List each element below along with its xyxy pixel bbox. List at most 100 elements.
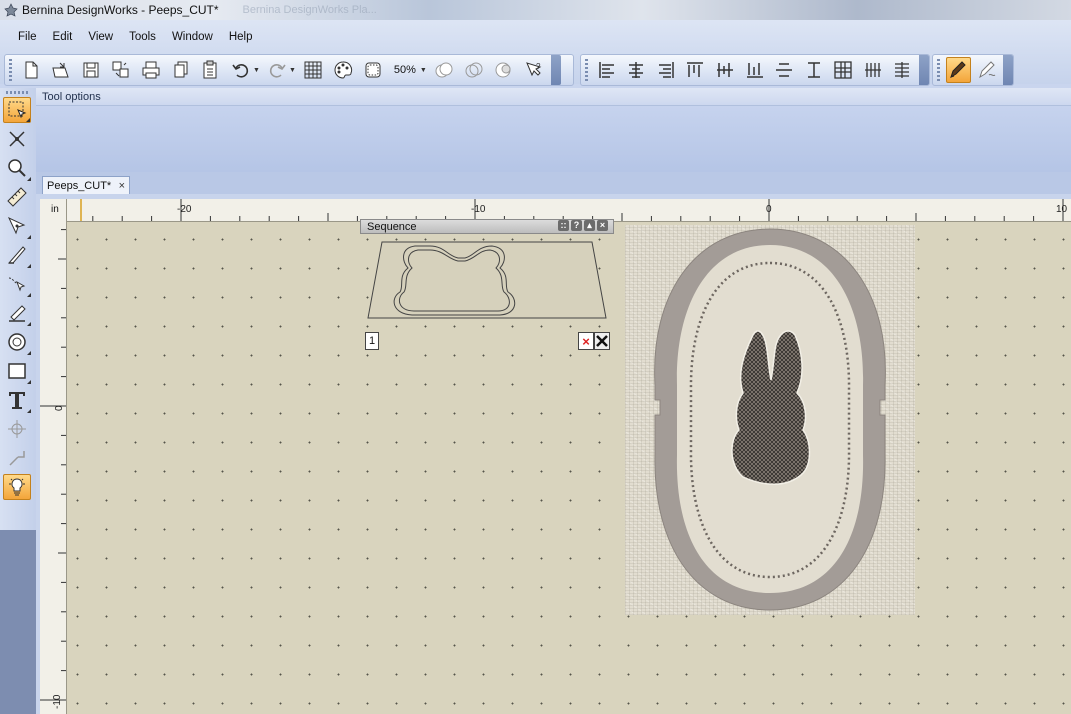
sequence-collapse-button[interactable]: ▴ [584, 220, 595, 231]
bezier-tool-button[interactable] [3, 271, 31, 297]
distribute-right-button[interactable] [742, 57, 768, 83]
hoop-button[interactable] [360, 57, 386, 83]
undo-button[interactable] [228, 57, 254, 83]
help-icon: ? [525, 62, 542, 77]
toolbar-options-button[interactable] [550, 55, 561, 85]
trim-icon [495, 62, 511, 78]
menu-help[interactable]: Help [221, 31, 261, 43]
grid-button[interactable] [300, 57, 326, 83]
new-file-button[interactable] [18, 57, 44, 83]
menu-edit[interactable]: Edit [45, 31, 81, 43]
menu-window[interactable]: Window [164, 31, 221, 43]
sequence-title: Sequence [367, 220, 417, 233]
color-palette-button[interactable] [330, 57, 356, 83]
vertical-ruler-ticks [40, 229, 66, 701]
sequence-item-number[interactable]: 1 [365, 332, 379, 350]
align-middle-button[interactable] [801, 57, 827, 83]
circle-tool-button[interactable] [3, 329, 31, 355]
tab-close-icon[interactable]: × [119, 180, 125, 192]
toolbar-options-button[interactable] [919, 55, 929, 85]
distribute-left-icon [687, 62, 704, 77]
color-palette-icon [334, 61, 352, 79]
lightbulb-icon [9, 478, 25, 496]
align-toolbar [580, 54, 930, 86]
tab-label: Peeps_CUT* [47, 179, 112, 192]
ruler-tool-icon [7, 187, 27, 207]
paste-icon [203, 60, 217, 79]
sequence-thumbnail [367, 241, 607, 319]
ruler-label-0: 0 [766, 204, 772, 215]
toolbar-grip[interactable] [9, 59, 12, 81]
align-right-icon [658, 62, 674, 78]
align-bottom-button[interactable] [830, 57, 856, 83]
sequence-close-button[interactable]: × [597, 220, 608, 231]
pen-tool-button[interactable] [945, 57, 971, 83]
open-file-button[interactable] [48, 57, 74, 83]
hoop-icon [365, 62, 381, 78]
toolbar-grip[interactable] [937, 59, 940, 81]
redo-dropdown-icon[interactable]: ▼ [289, 67, 296, 74]
distribute-h-button[interactable] [890, 57, 916, 83]
align-right-button[interactable] [653, 57, 679, 83]
tool-panel [0, 88, 37, 530]
pen-tool-button-left[interactable] [3, 213, 31, 239]
menu-view[interactable]: View [80, 31, 121, 43]
menu-file[interactable]: File [10, 31, 45, 43]
sequence-grip-button[interactable]: :: [558, 220, 569, 231]
cut-points-tool-button[interactable] [3, 126, 31, 152]
align-center-button[interactable] [624, 57, 650, 83]
help-button[interactable]: ? [521, 57, 547, 83]
sequence-body: 1 × [360, 234, 614, 350]
copy-button[interactable] [168, 57, 194, 83]
distribute-left-button[interactable] [683, 57, 709, 83]
print-button[interactable] [138, 57, 164, 83]
tab-peeps-cut[interactable]: Peeps_CUT* × [42, 176, 130, 194]
undo-dropdown-icon[interactable]: ▼ [253, 67, 260, 74]
zoom-dropdown-icon[interactable]: ▼ [420, 67, 427, 74]
intersect-button[interactable] [461, 57, 487, 83]
align-left-button[interactable] [594, 57, 620, 83]
import-icon [112, 61, 129, 78]
tool-panel-grip[interactable] [6, 91, 30, 94]
grid-icon [304, 61, 322, 79]
title-bar: Bernina DesignWorks - Peeps_CUT* Bernina… [0, 0, 1071, 20]
import-button[interactable] [108, 57, 134, 83]
toolbar-grip[interactable] [585, 59, 588, 81]
align-top-button[interactable] [771, 57, 797, 83]
redo-button[interactable] [264, 57, 290, 83]
weld-button[interactable] [431, 57, 457, 83]
rotate-tool-button[interactable] [3, 416, 31, 442]
select-tool-button[interactable] [3, 97, 31, 123]
combine-icon [596, 335, 608, 347]
hoop-design [654, 228, 886, 611]
vertical-ruler[interactable]: 0 -10 [40, 221, 67, 714]
zoom-level[interactable]: 50% [394, 64, 416, 76]
sequence-delete-button[interactable]: × [578, 332, 594, 350]
rectangle-tool-button[interactable] [3, 358, 31, 384]
mirror-tool-button[interactable] [3, 445, 31, 471]
paste-button[interactable] [198, 57, 224, 83]
lightbulb-tool-button[interactable] [3, 474, 31, 500]
distribute-center-h-button[interactable] [712, 57, 738, 83]
main-toolbar: ▼ ▼ 50% ▼ ? [4, 54, 574, 86]
distribute-center-h-icon [716, 63, 733, 77]
zoom-tool-button[interactable] [3, 155, 31, 181]
menu-tools[interactable]: Tools [121, 31, 164, 43]
save-button[interactable] [78, 57, 104, 83]
knife-tool-button[interactable] [3, 242, 31, 268]
freehand-tool-button[interactable] [975, 57, 1000, 83]
trim-button[interactable] [491, 57, 517, 83]
app-logo-icon [4, 3, 18, 17]
paint-tool-button[interactable] [3, 300, 31, 326]
sequence-panel[interactable]: Sequence :: ? ▴ × 1 × [360, 219, 614, 350]
document-tab-strip: Peeps_CUT* × [36, 172, 1071, 195]
sequence-help-button[interactable]: ? [571, 220, 582, 231]
sequence-combine-button[interactable] [594, 332, 610, 350]
text-tool-button[interactable] [3, 387, 31, 413]
distribute-grid-button[interactable] [860, 57, 886, 83]
knife-tool-icon [7, 246, 26, 264]
zoom-tool-icon [8, 159, 26, 177]
ruler-tool-button[interactable] [3, 184, 31, 210]
print-icon [142, 61, 160, 79]
toolbar-options-button[interactable] [1003, 55, 1014, 85]
